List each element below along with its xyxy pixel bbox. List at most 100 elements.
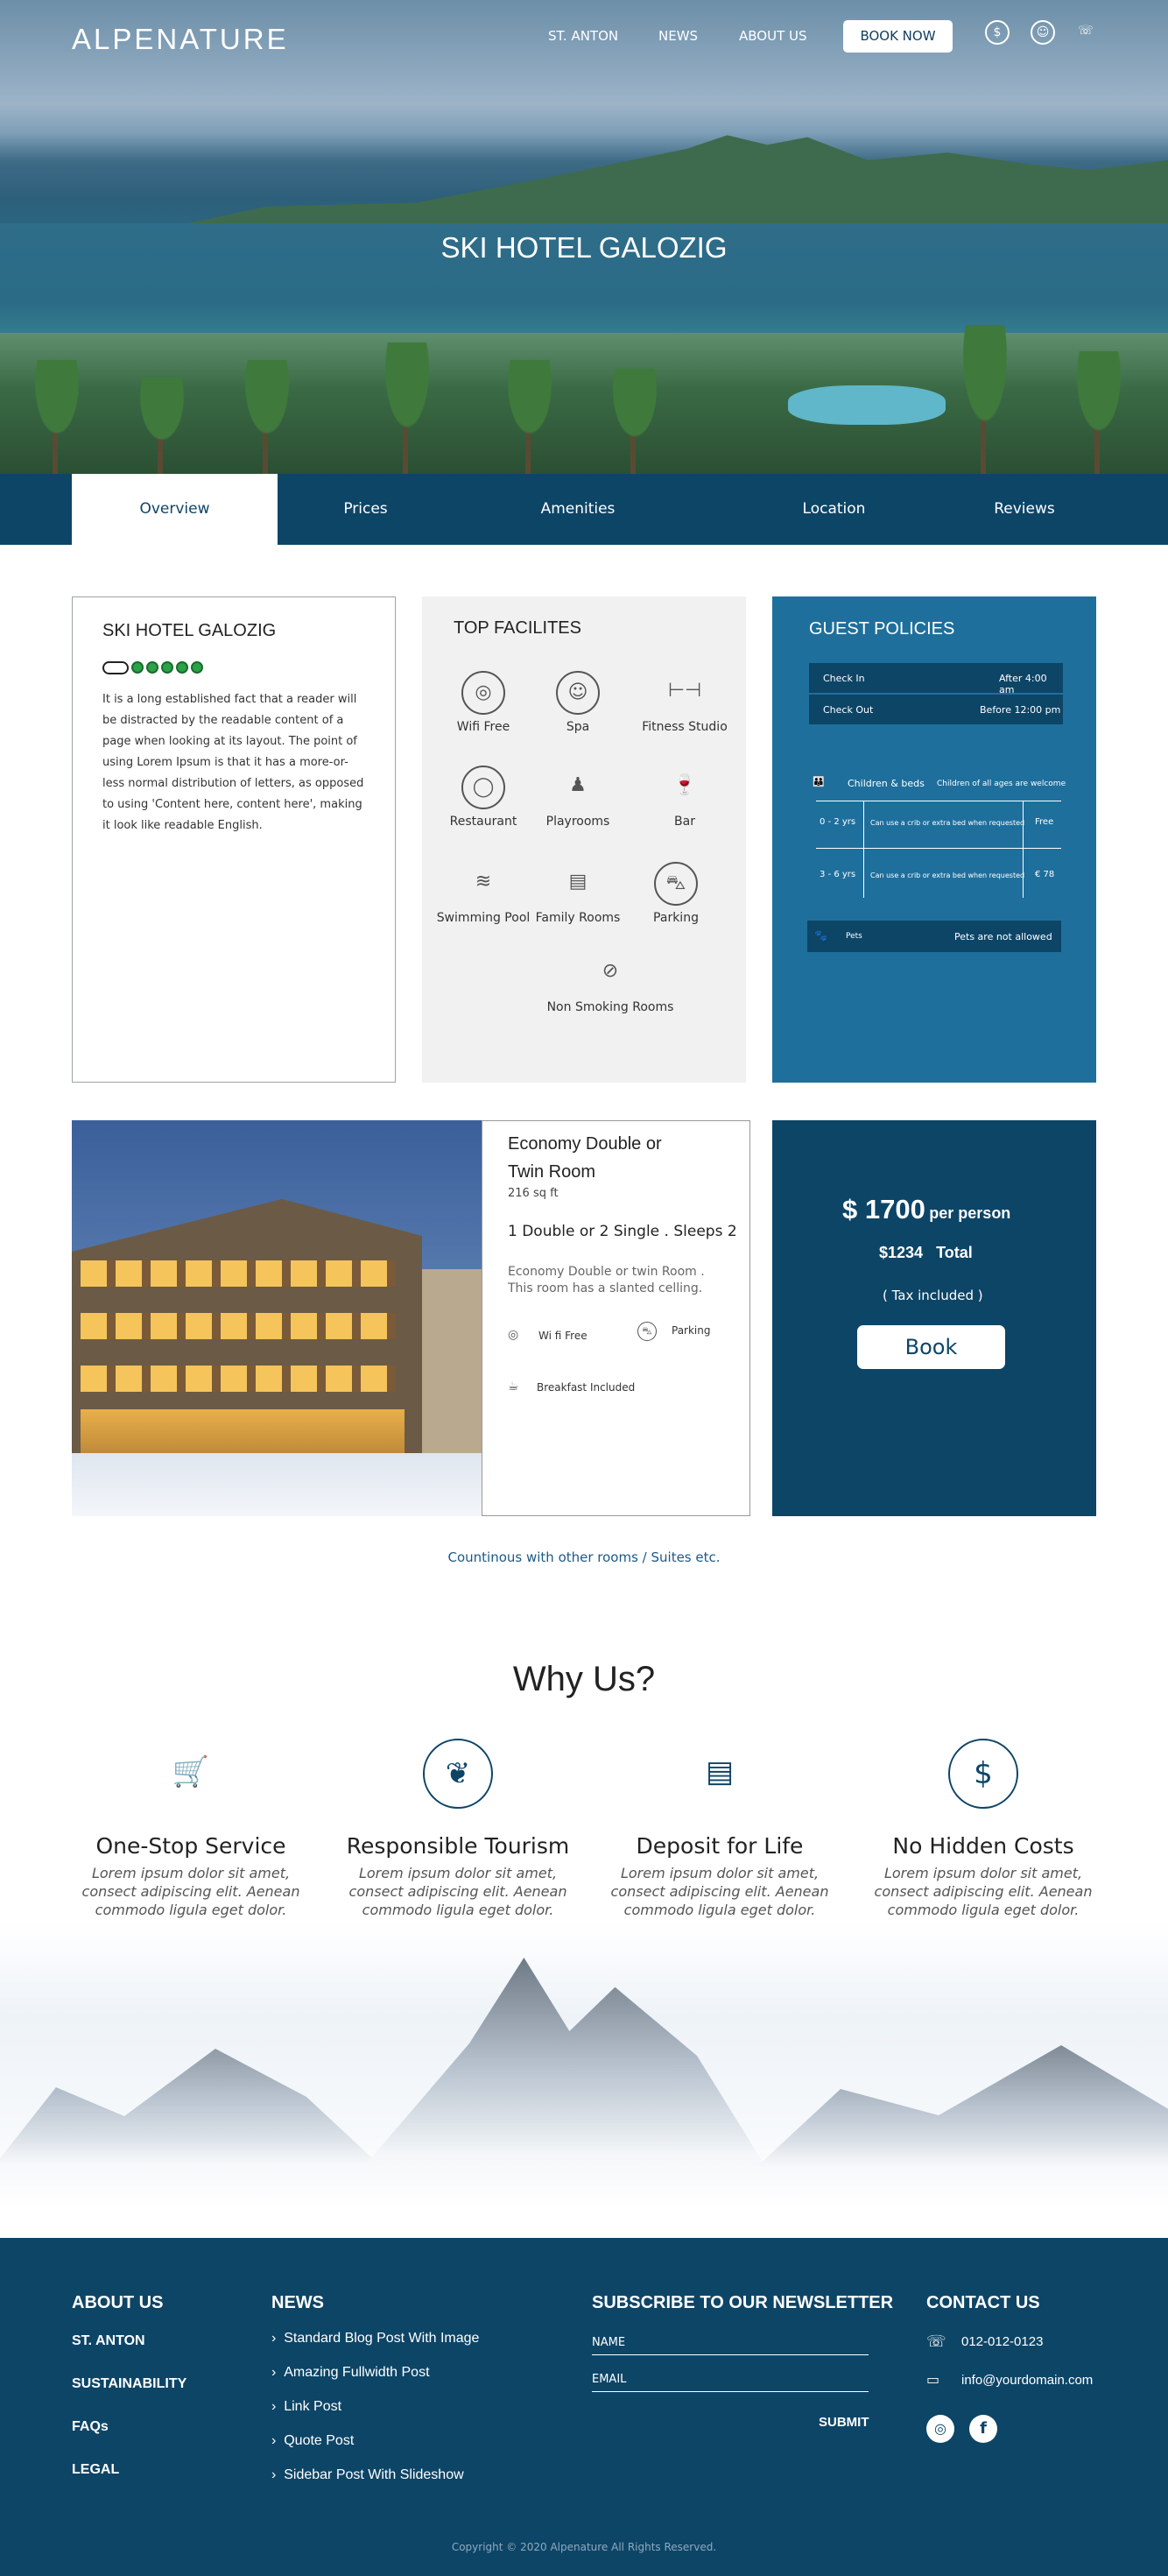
contact-title: CONTACT US	[926, 2293, 1040, 2312]
toys-icon: ♟	[569, 774, 587, 796]
facility-label: Parking	[653, 911, 699, 925]
price-total: $1234 Total	[879, 1244, 973, 1262]
wifi-icon: ◎	[508, 1328, 519, 1342]
age-range: 3 - 6 yrs	[820, 870, 856, 879]
facility-spa: ☺ Spa	[525, 671, 630, 734]
hero-palm	[1059, 351, 1138, 474]
news-link-label: Sidebar Post With Slideshow	[284, 2467, 464, 2482]
tab-amenities[interactable]: Amenities	[525, 474, 630, 545]
facility-restaurant: ◯ Restaurant	[431, 766, 536, 829]
rating-dot	[176, 661, 188, 674]
book-now-button[interactable]: BOOK NOW	[843, 20, 953, 53]
footer: ABOUT US ST. ANTON SUSTAINABILITY FAQs L…	[0, 2238, 1168, 2576]
phone-icon[interactable]: ☏	[1073, 20, 1098, 45]
hero-pool	[788, 385, 946, 425]
dollar-circle-icon: $	[948, 1739, 1018, 1809]
facility-pool: ≋ Swimming Pool	[431, 862, 536, 925]
check-in-value: After 4:00 am	[999, 673, 1047, 695]
nav-news[interactable]: NEWS	[658, 28, 698, 44]
news-link[interactable]: › Quote Post	[271, 2433, 354, 2449]
hero-section: ALPENATURE ST. ANTON NEWS ABOUT US BOOK …	[0, 0, 1168, 474]
room-title-line1: Economy Double or	[508, 1134, 662, 1154]
news-link[interactable]: › Amazing Fullwidth Post	[271, 2365, 430, 2381]
facility-bar: 🍷 Bar	[632, 766, 737, 829]
facebook-icon[interactable]: f	[969, 2415, 997, 2443]
facility-label: Swimming Pool	[436, 911, 531, 925]
wifi-icon: ◎	[461, 671, 505, 715]
mountains-banner	[0, 1923, 1168, 2238]
table-divider	[1023, 801, 1024, 898]
pets-value: Pets are not allowed	[954, 931, 1052, 942]
more-rooms-link[interactable]: Countinous with other rooms / Suites etc…	[0, 1549, 1168, 1565]
children-note: Children of all ages are welcome	[937, 780, 1066, 788]
hotel-about-card: SKI HOTEL GALOZIG It is a long establish…	[72, 596, 396, 1083]
facility-parking: ⛍ Parking	[623, 862, 728, 925]
tab-location[interactable]: Location	[779, 474, 889, 545]
tab-overview[interactable]: Overview	[72, 474, 278, 545]
room-title: Economy Double or Twin Room	[508, 1130, 662, 1186]
room-size: 216 sq ft	[508, 1187, 559, 1200]
tab-prices[interactable]: Prices	[315, 474, 416, 545]
submit-button[interactable]: SUBMIT	[819, 2415, 869, 2430]
news-link[interactable]: › Sidebar Post With Slideshow	[271, 2467, 464, 2483]
pets-row: 🐾 Pets Pets are not allowed	[807, 921, 1061, 952]
email-field[interactable]: EMAIL	[592, 2369, 869, 2392]
facility-label: Restaurant	[449, 815, 517, 829]
table-divider	[816, 848, 1061, 849]
rating-dot	[191, 661, 203, 674]
hotel-name: SKI HOTEL GALOZIG	[102, 621, 277, 640]
name-field[interactable]: NAME	[592, 2333, 869, 2355]
contact-email[interactable]: info@yourdomain.com	[961, 2373, 1093, 2388]
currency-exchange-icon[interactable]: $	[985, 20, 1010, 45]
age-price: € 78	[1035, 870, 1055, 879]
news-link[interactable]: › Link Post	[271, 2399, 341, 2415]
why-item-title: No Hidden Costs	[892, 1833, 1074, 1859]
nav-about-us[interactable]: ABOUT US	[739, 28, 807, 44]
news-link-label: Amazing Fullwidth Post	[284, 2365, 430, 2380]
policies-title: GUEST POLICIES	[809, 619, 955, 639]
user-icon[interactable]: ☺	[1031, 20, 1055, 45]
chevron-right-icon: ›	[271, 2433, 277, 2448]
why-item-title: Responsible Tourism	[346, 1833, 570, 1859]
dumbbell-icon: ⊢⊣	[667, 680, 702, 702]
pool-icon: ≋	[475, 871, 492, 893]
rating	[102, 661, 203, 674]
chevron-right-icon: ›	[271, 2399, 277, 2414]
logo[interactable]: ALPENATURE	[72, 23, 289, 56]
book-button[interactable]: Book	[857, 1325, 1005, 1369]
room-wifi: Wi fi Free	[538, 1330, 588, 1342]
family-room-icon: ▤	[568, 871, 588, 893]
price-per: per person	[929, 1204, 1011, 1222]
contact-phone[interactable]: 012-012-0123	[961, 2334, 1043, 2349]
hero-palm	[490, 360, 569, 474]
price-total-label: Total	[936, 1244, 973, 1261]
why-item-title: Deposit for Life	[636, 1833, 804, 1859]
facility-label: Spa	[566, 720, 590, 734]
footer-link-sustainability[interactable]: SUSTAINABILITY	[72, 2376, 186, 2392]
footer-link-faqs[interactable]: FAQs	[72, 2419, 109, 2435]
instagram-icon[interactable]: ◎	[926, 2415, 954, 2443]
facility-label: Bar	[674, 815, 695, 829]
hero-palm	[368, 342, 447, 474]
tab-reviews[interactable]: Reviews	[972, 474, 1077, 545]
guest-policies-card: GUEST POLICIES Check In After 4:00 am Ch…	[772, 596, 1096, 1083]
hero-mountain	[166, 135, 1168, 228]
neighbor-building	[422, 1269, 482, 1453]
breakfast-icon: ☕	[508, 1380, 519, 1394]
hand-leaf-icon: ❦	[423, 1739, 493, 1809]
footer-link-legal[interactable]: LEGAL	[72, 2462, 119, 2478]
facility-label: Fitness Studio	[642, 720, 728, 734]
room-photo	[72, 1120, 482, 1516]
news-link[interactable]: › Standard Blog Post With Image	[271, 2331, 479, 2347]
check-in-row: Check In After 4:00 am	[809, 663, 1063, 695]
footer-about-title: ABOUT US	[72, 2293, 164, 2312]
bar-icon: 🍷	[672, 774, 697, 796]
check-out-label: Check Out	[823, 704, 874, 716]
no-smoking-icon: ⊘	[602, 960, 619, 982]
price-main: $ 1700	[842, 1194, 925, 1224]
footer-link-st-anton[interactable]: ST. ANTON	[72, 2333, 145, 2349]
footer-news-title: NEWS	[271, 2293, 324, 2312]
rating-dot	[131, 661, 144, 674]
nav-st-anton[interactable]: ST. ANTON	[548, 28, 618, 44]
facility-label: Playrooms	[545, 815, 610, 829]
